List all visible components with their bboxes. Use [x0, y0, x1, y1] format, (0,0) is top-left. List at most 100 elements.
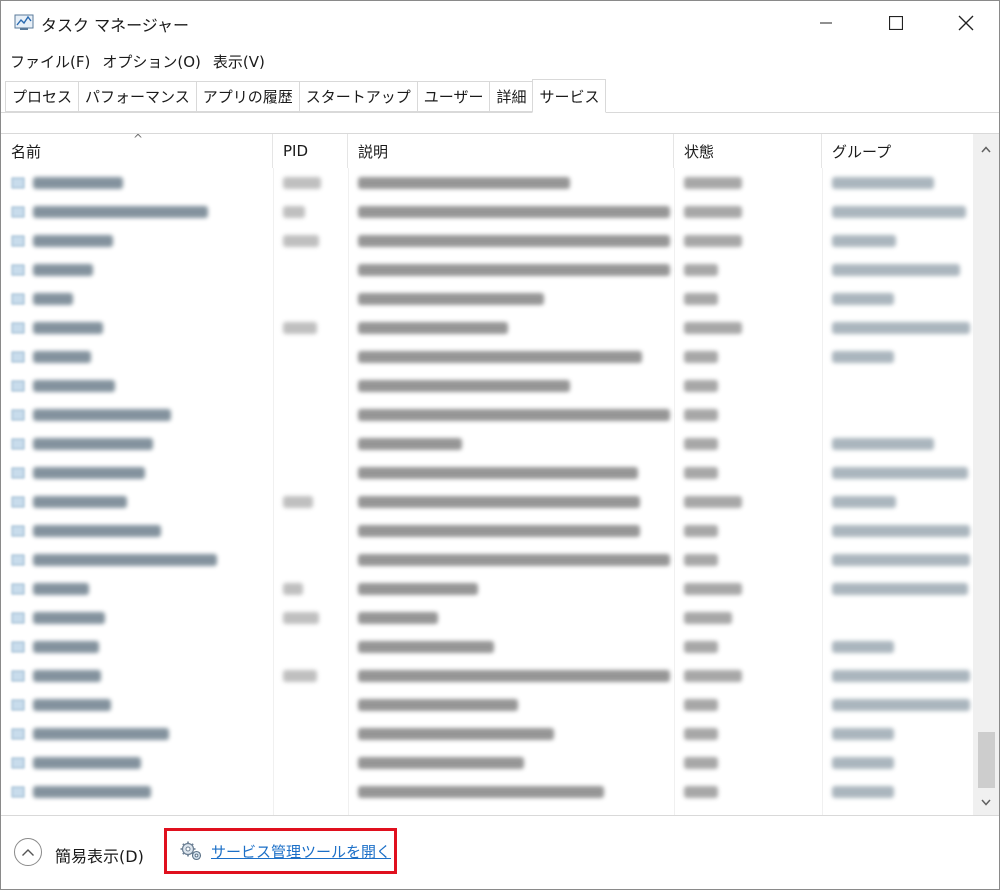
- cell-description: [348, 487, 674, 516]
- table-row[interactable]: [1, 284, 973, 313]
- tab-users[interactable]: ユーザー: [416, 81, 490, 112]
- table-row[interactable]: [1, 719, 973, 748]
- table-row[interactable]: [1, 400, 973, 429]
- service-icon: [11, 206, 25, 217]
- tab-details[interactable]: 詳細: [489, 81, 533, 112]
- column-header-description[interactable]: 説明: [348, 134, 674, 168]
- table-row[interactable]: [1, 777, 973, 806]
- cell-status: [674, 371, 822, 400]
- table-row[interactable]: [1, 690, 973, 719]
- redacted-text: [283, 176, 321, 189]
- gears-icon: [180, 841, 202, 861]
- minimize-button[interactable]: [791, 1, 861, 45]
- tab-performance[interactable]: パフォーマンス: [78, 81, 196, 112]
- table-row[interactable]: [1, 313, 973, 342]
- fewer-details-label[interactable]: 簡易表示(D): [55, 843, 144, 867]
- menu-file[interactable]: ファイル(F): [5, 51, 95, 72]
- scroll-up-button[interactable]: [973, 136, 999, 162]
- service-icon: [11, 757, 25, 768]
- redacted-text: [358, 495, 640, 508]
- table-row[interactable]: [1, 255, 973, 284]
- redacted-text: [684, 176, 742, 189]
- table-row[interactable]: [1, 458, 973, 487]
- cell-description: [348, 661, 674, 690]
- window-title: タスク マネージャー: [41, 16, 189, 35]
- table-row[interactable]: [1, 429, 973, 458]
- redacted-text: [684, 698, 718, 711]
- redacted-text: [684, 582, 742, 595]
- close-button[interactable]: [931, 1, 1000, 45]
- cell-status: [674, 458, 822, 487]
- column-header-status[interactable]: 状態: [674, 134, 822, 168]
- chevron-up-icon: [22, 848, 34, 856]
- cell-name: [1, 255, 273, 284]
- redacted-text: [33, 379, 115, 392]
- menu-options[interactable]: オプション(O): [97, 51, 206, 72]
- table-row[interactable]: [1, 545, 973, 574]
- cell-description: [348, 168, 674, 197]
- redacted-text: [358, 176, 570, 189]
- maximize-button[interactable]: [861, 1, 931, 45]
- redacted-text: [684, 263, 718, 276]
- table-row[interactable]: [1, 603, 973, 632]
- cell-status: [674, 197, 822, 226]
- redacted-text: [33, 582, 89, 595]
- cell-name: [1, 400, 273, 429]
- vertical-scrollbar[interactable]: [973, 134, 999, 815]
- scroll-down-button[interactable]: [973, 789, 999, 815]
- menu-view[interactable]: 表示(V): [208, 51, 270, 72]
- tab-processes[interactable]: プロセス: [5, 81, 79, 112]
- redacted-text: [358, 698, 518, 711]
- service-icon: [11, 467, 25, 478]
- cell-status: [674, 516, 822, 545]
- table-row[interactable]: [1, 661, 973, 690]
- redacted-text: [684, 669, 742, 682]
- redacted-text: [33, 408, 171, 421]
- cell-name: [1, 690, 273, 719]
- minimize-icon: [820, 22, 832, 24]
- cell-group: [822, 342, 972, 371]
- table-row[interactable]: [1, 226, 973, 255]
- service-icon: [11, 728, 25, 739]
- column-header-name[interactable]: ^ 名前: [1, 134, 273, 168]
- cell-group: [822, 226, 972, 255]
- table-row[interactable]: [1, 632, 973, 661]
- table-row[interactable]: [1, 197, 973, 226]
- cell-pid: [273, 690, 348, 719]
- cell-description: [348, 777, 674, 806]
- cell-description: [348, 574, 674, 603]
- tab-app-history[interactable]: アプリの履歴: [195, 81, 299, 112]
- column-header-status-label: 状態: [684, 142, 715, 161]
- redacted-text: [832, 263, 960, 276]
- tab-startup[interactable]: スタートアップ: [298, 81, 417, 112]
- table-row[interactable]: [1, 748, 973, 777]
- table-row[interactable]: [1, 487, 973, 516]
- redacted-text: [832, 698, 970, 711]
- service-icon: [11, 583, 25, 594]
- column-header-group[interactable]: グループ: [822, 134, 973, 168]
- redacted-text: [358, 640, 494, 653]
- cell-pid: [273, 545, 348, 574]
- column-header-pid[interactable]: PID: [273, 134, 348, 168]
- redacted-text: [832, 582, 968, 595]
- scrollbar-thumb[interactable]: [978, 732, 995, 788]
- open-services-link[interactable]: サービス管理ツールを開く: [164, 828, 397, 874]
- table-row[interactable]: [1, 371, 973, 400]
- cell-group: [822, 690, 972, 719]
- table-row[interactable]: [1, 342, 973, 371]
- table-row[interactable]: [1, 168, 973, 197]
- redacted-text: [358, 785, 604, 798]
- service-icon: [11, 322, 25, 333]
- redacted-text: [684, 350, 718, 363]
- tab-services[interactable]: サービス: [532, 79, 607, 113]
- cell-group: [822, 197, 972, 226]
- table-row[interactable]: [1, 574, 973, 603]
- table-row[interactable]: [1, 516, 973, 545]
- title-bar[interactable]: タスク マネージャー: [1, 1, 999, 45]
- redacted-text: [684, 524, 718, 537]
- redacted-text: [283, 495, 313, 508]
- redacted-text: [33, 350, 91, 363]
- redacted-text: [832, 205, 966, 218]
- cell-pid: [273, 284, 348, 313]
- fewer-details-button[interactable]: [14, 838, 42, 866]
